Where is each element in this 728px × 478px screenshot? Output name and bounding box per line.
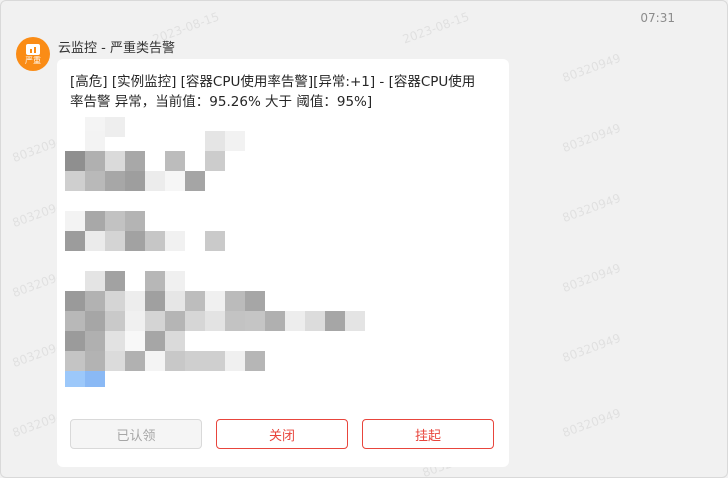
redacted-block	[245, 291, 265, 311]
redacted-block	[145, 331, 165, 351]
redacted-block	[85, 351, 105, 371]
redacted-block	[85, 271, 105, 291]
redacted-block	[125, 331, 145, 351]
redacted-block	[165, 151, 185, 171]
redacted-block	[65, 211, 85, 231]
alert-card: [高危] [实例监控] [容器CPU使用率告警][异常:+1] - [容器CPU…	[57, 59, 509, 467]
watermark: 80320949	[560, 260, 623, 296]
redacted-block	[165, 351, 185, 371]
alert-title: [高危] [实例监控] [容器CPU使用率告警][异常:+1] - [容器CPU…	[70, 74, 476, 110]
redacted-block	[85, 151, 105, 171]
redacted-block	[345, 311, 365, 331]
redacted-block	[85, 291, 105, 311]
close-button[interactable]: 关闭	[216, 419, 348, 449]
redacted-block	[225, 351, 245, 371]
redacted-block	[165, 231, 185, 251]
redacted-block	[185, 311, 205, 331]
sender-name: 云监控 - 严重类告警	[58, 41, 175, 56]
redacted-block	[325, 311, 345, 331]
redacted-block	[145, 311, 165, 331]
sender-avatar[interactable]: 严重	[16, 37, 50, 71]
redacted-block	[185, 171, 205, 191]
redacted-block	[185, 291, 205, 311]
redacted-block	[205, 291, 225, 311]
chart-icon	[26, 44, 40, 55]
redacted-block	[65, 311, 85, 331]
watermark: 80320949	[560, 50, 623, 86]
redacted-block	[205, 231, 225, 251]
redacted-block	[145, 171, 165, 191]
redacted-block	[105, 271, 125, 291]
redacted-block	[145, 351, 165, 371]
redacted-block	[165, 171, 185, 191]
redacted-block	[125, 351, 145, 371]
redacted-block	[205, 311, 225, 331]
watermark: 80320949	[560, 330, 623, 366]
redacted-block	[65, 291, 85, 311]
redacted-block	[165, 311, 185, 331]
watermark: 80320949	[560, 190, 623, 226]
redacted-block	[65, 151, 85, 171]
watermark: 2023-08-15	[400, 9, 472, 47]
redacted-block	[165, 271, 185, 291]
redacted-block	[85, 131, 105, 151]
redacted-block	[165, 291, 185, 311]
redacted-block	[225, 291, 245, 311]
suspend-button[interactable]: 挂起	[362, 419, 494, 449]
redacted-block	[205, 151, 225, 171]
redacted-block	[125, 311, 145, 331]
redacted-block	[265, 311, 285, 331]
redacted-block	[105, 171, 125, 191]
redacted-block	[105, 151, 125, 171]
redacted-block	[205, 351, 225, 371]
chat-window: 2023-08-15 2023-08-15 80320949 80320949 …	[0, 0, 728, 478]
redacted-block	[185, 351, 205, 371]
acknowledge-button[interactable]: 已认领	[70, 419, 202, 449]
redacted-block	[65, 351, 85, 371]
watermark: 80320949	[560, 405, 623, 441]
redacted-block	[105, 331, 125, 351]
watermark: 80320949	[560, 120, 623, 156]
redacted-block	[125, 151, 145, 171]
redacted-block	[145, 271, 165, 291]
redacted-block	[125, 231, 145, 251]
redacted-block	[225, 311, 245, 331]
redacted-content	[65, 117, 365, 387]
redacted-block	[205, 131, 225, 151]
redacted-block	[165, 331, 185, 351]
redacted-block	[105, 351, 125, 371]
redacted-block	[65, 231, 85, 251]
redacted-block	[85, 331, 105, 351]
redacted-block	[225, 131, 245, 151]
redacted-block	[105, 311, 125, 331]
redacted-block	[125, 211, 145, 231]
redacted-block	[125, 171, 145, 191]
redacted-block	[105, 211, 125, 231]
redacted-block	[85, 311, 105, 331]
avatar-label: 严重	[25, 56, 41, 65]
redacted-block	[65, 331, 85, 351]
redacted-block	[285, 311, 305, 331]
redacted-block	[105, 291, 125, 311]
redacted-block	[245, 351, 265, 371]
redacted-block	[85, 371, 105, 387]
redacted-block	[105, 231, 125, 251]
redacted-block	[105, 117, 125, 137]
redacted-block	[125, 291, 145, 311]
redacted-block	[65, 371, 85, 387]
redacted-block	[85, 211, 105, 231]
message-timestamp: 07:31	[640, 11, 675, 25]
redacted-block	[85, 171, 105, 191]
redacted-block	[85, 231, 105, 251]
redacted-block	[145, 231, 165, 251]
redacted-block	[65, 171, 85, 191]
redacted-block	[145, 291, 165, 311]
redacted-block	[305, 311, 325, 331]
redacted-block	[245, 311, 265, 331]
